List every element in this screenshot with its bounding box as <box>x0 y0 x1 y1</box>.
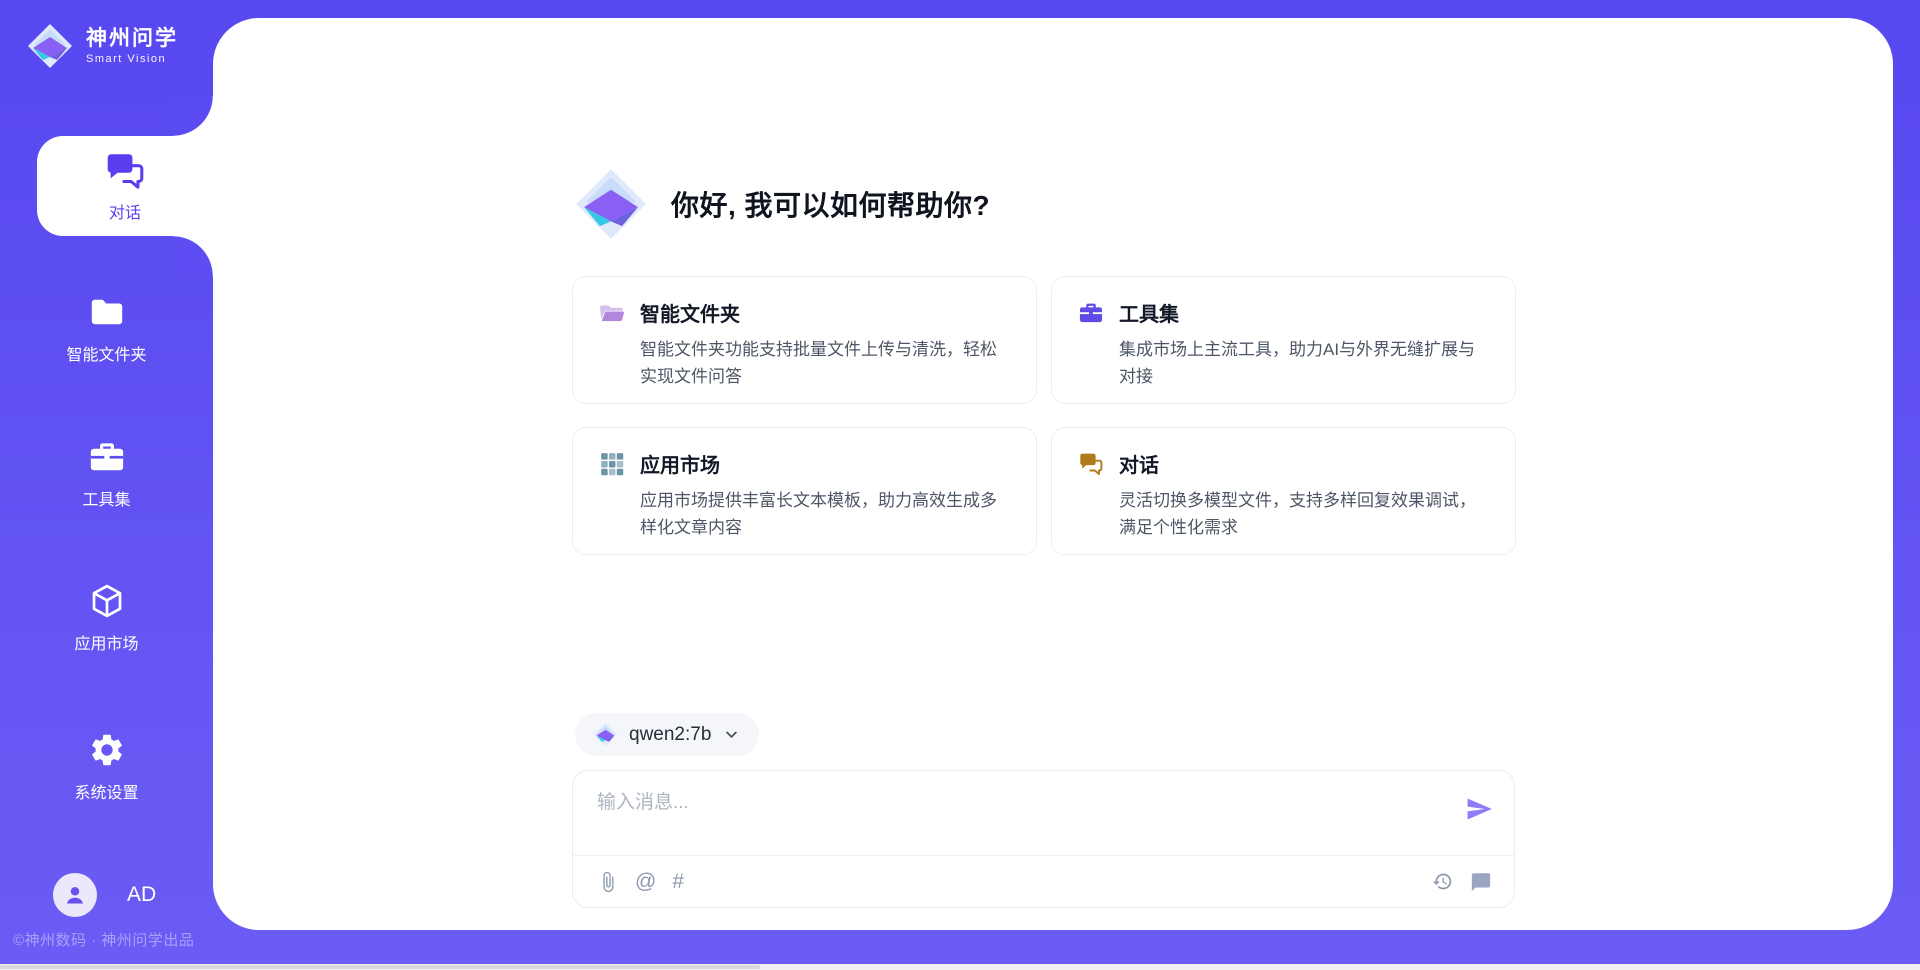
sidebar-item-app-market[interactable]: 应用市场 <box>0 582 213 654</box>
hashtag-icon[interactable]: # <box>672 871 684 893</box>
card-title: 应用市场 <box>640 449 720 478</box>
composer-right-tools <box>1432 871 1492 893</box>
folder-icon <box>88 293 126 331</box>
folder-open-icon <box>599 300 625 326</box>
sidebar: 神州问学 Smart Vision 对话 智能文件夹 工具集 应用市场 <box>0 0 213 970</box>
app-logo-icon <box>593 722 618 747</box>
sidebar-item-label: 智能文件夹 <box>66 341 146 365</box>
feature-cards: 智能文件夹 智能文件夹功能支持批量文件上传与清洗，轻松实现文件问答 工具集 集成… <box>572 276 1516 555</box>
card-smart-folder[interactable]: 智能文件夹 智能文件夹功能支持批量文件上传与清洗，轻松实现文件问答 <box>572 276 1037 404</box>
send-icon <box>1465 795 1493 823</box>
send-button[interactable] <box>1465 795 1493 823</box>
message-input[interactable] <box>597 787 1447 845</box>
composer-toolbar: @ # <box>573 856 1514 907</box>
chat-icon <box>104 150 146 192</box>
main-panel: 你好, 我可以如何帮助你? 智能文件夹 智能文件夹功能支持批量文件上传与清洗，轻… <box>213 18 1893 930</box>
scrollbar-thumb[interactable] <box>0 965 760 969</box>
briefcase-icon <box>88 438 126 476</box>
model-name: qwen2:7b <box>629 724 711 746</box>
chat-bubble-icon[interactable] <box>1470 871 1492 893</box>
card-toolset[interactable]: 工具集 集成市场上主流工具，助力AI与外界无缝扩展与对接 <box>1051 276 1516 404</box>
attachment-icon[interactable] <box>597 871 619 893</box>
card-description: 灵活切换多模型文件，支持多样回复效果调试，满足个性化需求 <box>1119 487 1489 541</box>
card-description: 集成市场上主流工具，助力AI与外界无缝扩展与对接 <box>1119 336 1489 390</box>
card-title: 智能文件夹 <box>640 298 740 327</box>
app-subtitle: Smart Vision <box>86 53 178 65</box>
gear-icon <box>88 731 126 769</box>
grid-icon <box>599 451 625 477</box>
app-logo-icon <box>573 166 649 242</box>
cube-icon <box>88 582 126 620</box>
sidebar-item-label: 应用市场 <box>74 630 138 654</box>
sidebar-item-smart-folder[interactable]: 智能文件夹 <box>0 293 213 365</box>
sidebar-item-label: 系统设置 <box>74 779 138 803</box>
tab-curve-top <box>173 96 213 136</box>
message-composer: @ # <box>572 770 1515 908</box>
horizontal-scrollbar <box>0 964 1920 970</box>
brand: 神州问学 Smart Vision <box>26 22 178 70</box>
sidebar-item-chat[interactable]: 对话 <box>37 136 213 236</box>
card-description: 应用市场提供丰富长文本模板，助力高效生成多样化文章内容 <box>640 487 1010 541</box>
user-profile[interactable]: AD <box>53 873 156 917</box>
history-icon[interactable] <box>1432 871 1453 892</box>
copyright: ©神州数码 · 神州问学出品 <box>13 929 194 950</box>
sidebar-item-label: 对话 <box>109 199 141 223</box>
card-app-market[interactable]: 应用市场 应用市场提供丰富长文本模板，助力高效生成多样化文章内容 <box>572 427 1037 555</box>
app-logo-icon <box>26 22 74 70</box>
sidebar-item-label: 工具集 <box>82 486 130 510</box>
person-icon <box>62 882 88 908</box>
sidebar-item-settings[interactable]: 系统设置 <box>0 731 213 803</box>
card-chat[interactable]: 对话 灵活切换多模型文件，支持多样回复效果调试，满足个性化需求 <box>1051 427 1516 555</box>
greeting: 你好, 我可以如何帮助你? <box>573 166 990 242</box>
card-description: 智能文件夹功能支持批量文件上传与清洗，轻松实现文件问答 <box>640 336 1010 390</box>
model-selector[interactable]: qwen2:7b <box>575 713 759 756</box>
tab-curve-bottom <box>173 236 213 276</box>
chat-icon <box>1078 451 1104 477</box>
brand-text: 神州问学 Smart Vision <box>86 27 178 65</box>
user-name: AD <box>127 883 156 907</box>
sidebar-item-toolset[interactable]: 工具集 <box>0 438 213 510</box>
briefcase-icon <box>1078 300 1104 326</box>
avatar <box>53 873 97 917</box>
mention-icon[interactable]: @ <box>635 871 656 893</box>
card-title: 工具集 <box>1119 298 1179 327</box>
card-title: 对话 <box>1119 449 1159 478</box>
app-title: 神州问学 <box>86 27 178 51</box>
chevron-down-icon <box>722 725 741 744</box>
greeting-title: 你好, 我可以如何帮助你? <box>671 184 990 224</box>
